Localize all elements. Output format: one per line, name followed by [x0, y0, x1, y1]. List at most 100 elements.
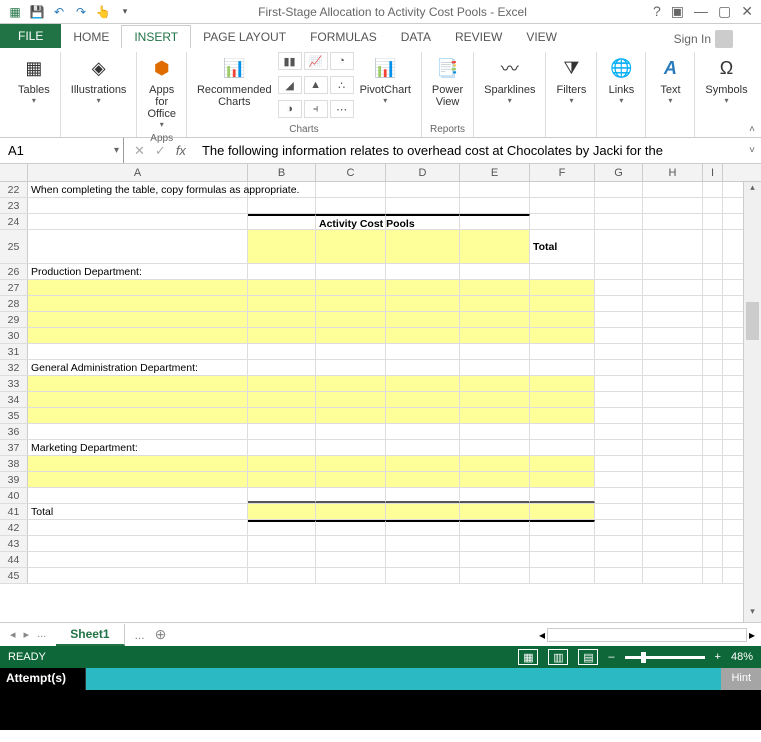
zoom-level[interactable]: 48%	[731, 651, 753, 663]
cell-G24[interactable]	[595, 214, 643, 229]
scatter-chart-icon[interactable]: ∴	[330, 76, 354, 94]
cell-H45[interactable]	[643, 568, 703, 583]
cell-G26[interactable]	[595, 264, 643, 279]
cell-I37[interactable]	[703, 440, 723, 455]
cell-H30[interactable]	[643, 328, 703, 343]
cell-G34[interactable]	[595, 392, 643, 407]
cell-D38[interactable]	[386, 456, 460, 471]
name-box[interactable]: A1 ▾	[0, 138, 124, 163]
cell-E28[interactable]	[460, 296, 530, 311]
cell-I35[interactable]	[703, 408, 723, 423]
cell-C25[interactable]	[316, 230, 386, 263]
cell-G27[interactable]	[595, 280, 643, 295]
cell-C45[interactable]	[316, 568, 386, 583]
cell-H27[interactable]	[643, 280, 703, 295]
cell-H32[interactable]	[643, 360, 703, 375]
cell-C37[interactable]	[316, 440, 386, 455]
cell-B23[interactable]	[248, 198, 316, 213]
cell-H36[interactable]	[643, 424, 703, 439]
cell-A27[interactable]	[28, 280, 248, 295]
cell-G38[interactable]	[595, 456, 643, 471]
cell-C40[interactable]	[316, 488, 386, 503]
row-header-38[interactable]: 38	[0, 456, 28, 471]
cell-A44[interactable]	[28, 552, 248, 567]
cell-E26[interactable]	[460, 264, 530, 279]
sheet-prev-icon[interactable]: ◂	[10, 628, 16, 641]
row-header-40[interactable]: 40	[0, 488, 28, 503]
cell-H35[interactable]	[643, 408, 703, 423]
power-view-button[interactable]: 📑Power View	[428, 52, 467, 122]
area-chart-icon[interactable]: ◢	[278, 76, 302, 94]
cell-E22[interactable]	[460, 182, 530, 197]
collapse-ribbon-icon[interactable]: ˄	[749, 124, 755, 135]
pivotchart-button[interactable]: 📊PivotChart▾	[356, 52, 415, 122]
cell-H40[interactable]	[643, 488, 703, 503]
cell-I32[interactable]	[703, 360, 723, 375]
cell-I34[interactable]	[703, 392, 723, 407]
cell-D43[interactable]	[386, 536, 460, 551]
cell-F35[interactable]	[530, 408, 595, 423]
vertical-scrollbar[interactable]: ▴ ▾	[743, 182, 761, 622]
cell-D39[interactable]	[386, 472, 460, 487]
cell-E38[interactable]	[460, 456, 530, 471]
row-header-44[interactable]: 44	[0, 552, 28, 567]
sheet-tab-sheet1[interactable]: Sheet1	[56, 624, 124, 646]
cell-G39[interactable]	[595, 472, 643, 487]
ribbon-options-icon[interactable]: ▣	[671, 3, 684, 20]
cell-E35[interactable]	[460, 408, 530, 423]
cell-G30[interactable]	[595, 328, 643, 343]
col-H[interactable]: H	[643, 164, 703, 181]
row-header-33[interactable]: 33	[0, 376, 28, 391]
row-header-23[interactable]: 23	[0, 198, 28, 213]
row-header-29[interactable]: 29	[0, 312, 28, 327]
cell-I23[interactable]	[703, 198, 723, 213]
cell-B34[interactable]	[248, 392, 316, 407]
cell-D30[interactable]	[386, 328, 460, 343]
cell-C29[interactable]	[316, 312, 386, 327]
undo-icon[interactable]: ↶	[50, 3, 68, 21]
cell-A25[interactable]	[28, 230, 248, 263]
cell-I25[interactable]	[703, 230, 723, 263]
row-header-25[interactable]: 25	[0, 230, 28, 263]
cell-E30[interactable]	[460, 328, 530, 343]
cell-C44[interactable]	[316, 552, 386, 567]
tab-formulas[interactable]: FORMULAS	[298, 26, 389, 48]
cell-I36[interactable]	[703, 424, 723, 439]
cell-F38[interactable]	[530, 456, 595, 471]
cell-E27[interactable]	[460, 280, 530, 295]
cell-F27[interactable]	[530, 280, 595, 295]
cell-I28[interactable]	[703, 296, 723, 311]
cell-C32[interactable]	[316, 360, 386, 375]
cell-C24[interactable]: Activity Cost Pools	[316, 214, 386, 229]
cell-F44[interactable]	[530, 552, 595, 567]
formula-input[interactable]	[196, 138, 743, 163]
cell-G40[interactable]	[595, 488, 643, 503]
cell-F25[interactable]: Total	[530, 230, 595, 263]
row-header-32[interactable]: 32	[0, 360, 28, 375]
cell-F37[interactable]	[530, 440, 595, 455]
symbols-button[interactable]: ΩSymbols▾	[701, 52, 751, 133]
cell-B28[interactable]	[248, 296, 316, 311]
cell-C35[interactable]	[316, 408, 386, 423]
cell-G43[interactable]	[595, 536, 643, 551]
cell-C30[interactable]	[316, 328, 386, 343]
cell-I31[interactable]	[703, 344, 723, 359]
redo-icon[interactable]: ↷	[72, 3, 90, 21]
cell-A24[interactable]	[28, 214, 248, 229]
cell-A31[interactable]	[28, 344, 248, 359]
row-header-27[interactable]: 27	[0, 280, 28, 295]
row-header-37[interactable]: 37	[0, 440, 28, 455]
row-header-43[interactable]: 43	[0, 536, 28, 551]
row-header-30[interactable]: 30	[0, 328, 28, 343]
cell-H42[interactable]	[643, 520, 703, 535]
row-header-39[interactable]: 39	[0, 472, 28, 487]
hscroll-track[interactable]	[547, 628, 747, 642]
tab-insert[interactable]: INSERT	[121, 25, 191, 49]
bar-chart-icon[interactable]: ▮▮	[278, 52, 302, 70]
col-A[interactable]: A	[28, 164, 248, 181]
tables-button[interactable]: ▦Tables▾	[14, 52, 54, 133]
cell-B29[interactable]	[248, 312, 316, 327]
cell-E44[interactable]	[460, 552, 530, 567]
cell-B39[interactable]	[248, 472, 316, 487]
tab-file[interactable]: FILE	[0, 24, 61, 48]
